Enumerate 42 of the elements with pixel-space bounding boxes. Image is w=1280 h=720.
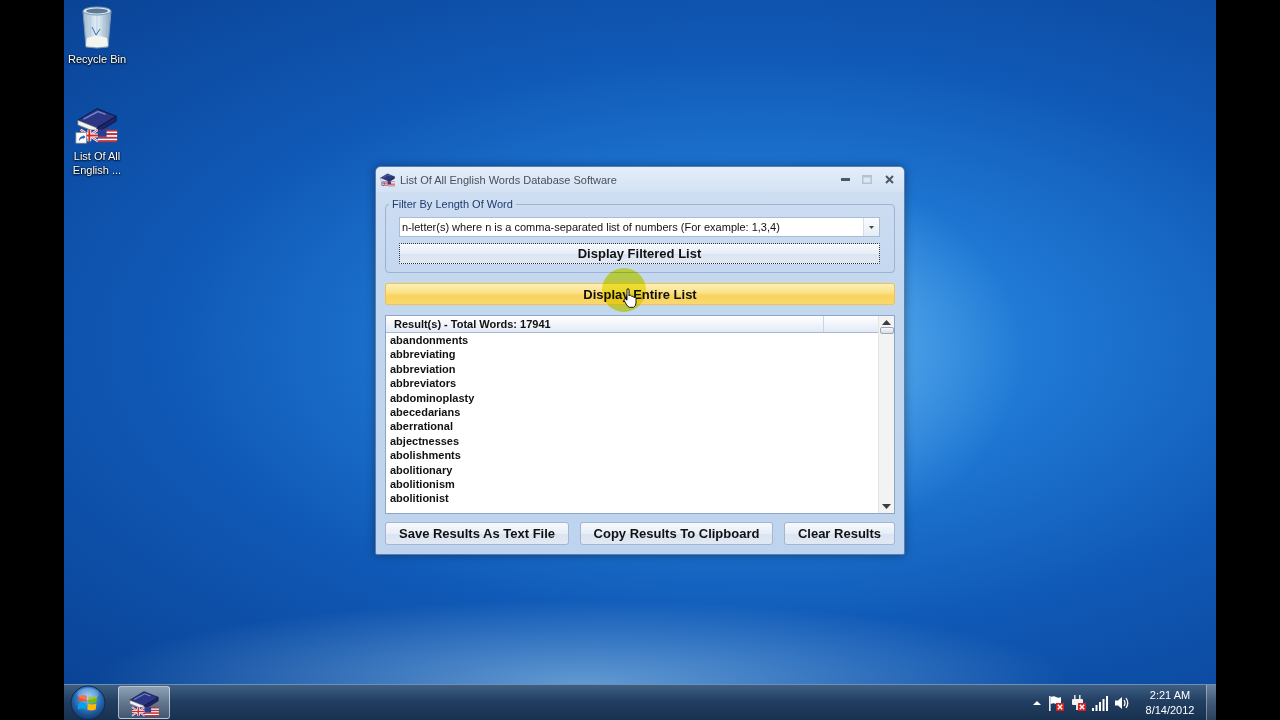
clock-date[interactable]: 8/14/2012 bbox=[1145, 702, 1195, 718]
scroll-up-arrow-icon[interactable] bbox=[882, 320, 891, 325]
flag-icon[interactable] bbox=[1048, 694, 1064, 711]
push-button[interactable]: Clear Results bbox=[783, 522, 895, 545]
desktop-icon-label: List Of All English ... bbox=[71, 149, 123, 177]
list-item[interactable]: abolitionist bbox=[386, 491, 449, 506]
list-item[interactable]: abolitionism bbox=[386, 476, 455, 492]
list-item[interactable]: abolishments bbox=[386, 448, 461, 463]
list-item[interactable]: abbreviation bbox=[386, 361, 456, 377]
list-item[interactable]: aberrational bbox=[386, 419, 453, 434]
group-legend: Filter By Length Of Word bbox=[389, 198, 516, 211]
scroll-down-arrow-icon[interactable] bbox=[882, 504, 891, 509]
list-item[interactable]: abolitionary bbox=[386, 462, 453, 477]
speaker-icon[interactable] bbox=[1114, 694, 1130, 711]
push-button[interactable]: Display Filtered List bbox=[399, 243, 880, 264]
dropdown-field[interactable]: n-letter(s) where n is a comma-separated list of numbers (For example: 1,3,4) bbox=[399, 217, 880, 237]
minimize-icon[interactable] bbox=[840, 178, 850, 181]
caret-icon bbox=[869, 225, 874, 229]
list-item[interactable]: abdominoplasty bbox=[386, 390, 475, 405]
list-item[interactable]: abjectnesses bbox=[386, 433, 460, 449]
scrollbar-track[interactable] bbox=[878, 316, 894, 513]
close-icon[interactable] bbox=[884, 175, 894, 184]
column-header[interactable]: Result(s) - Total Words: 17941 bbox=[386, 316, 824, 332]
show-desktop-button[interactable] bbox=[1206, 685, 1216, 720]
desktop-icon-label: Recycle Bin bbox=[66, 52, 128, 66]
taskbar-app-button[interactable] bbox=[118, 686, 170, 719]
push-button[interactable]: Copy Results To Clipboard bbox=[579, 522, 774, 545]
window-title: List Of All English Words Database Software bbox=[400, 173, 618, 186]
recycle-bin-icon[interactable] bbox=[80, 5, 114, 49]
clock-time[interactable]: 2:21 AM bbox=[1149, 687, 1191, 703]
power-plug-icon[interactable] bbox=[1070, 694, 1086, 711]
push-button[interactable]: Display Entire List bbox=[385, 283, 895, 305]
windows-orb-icon[interactable] bbox=[69, 684, 107, 720]
scrollbar-thumb[interactable] bbox=[879, 327, 894, 334]
list-item[interactable]: abbreviators bbox=[386, 376, 457, 391]
list-item[interactable]: abbreviating bbox=[386, 347, 456, 362]
dropdown-button[interactable] bbox=[863, 218, 879, 236]
app-icon bbox=[379, 171, 396, 188]
push-button[interactable]: Save Results As Text File bbox=[385, 522, 570, 545]
list-item[interactable]: abandonments bbox=[386, 333, 469, 348]
list-item[interactable]: abecedarians bbox=[386, 404, 461, 420]
signal-bars-icon[interactable] bbox=[1092, 694, 1108, 711]
